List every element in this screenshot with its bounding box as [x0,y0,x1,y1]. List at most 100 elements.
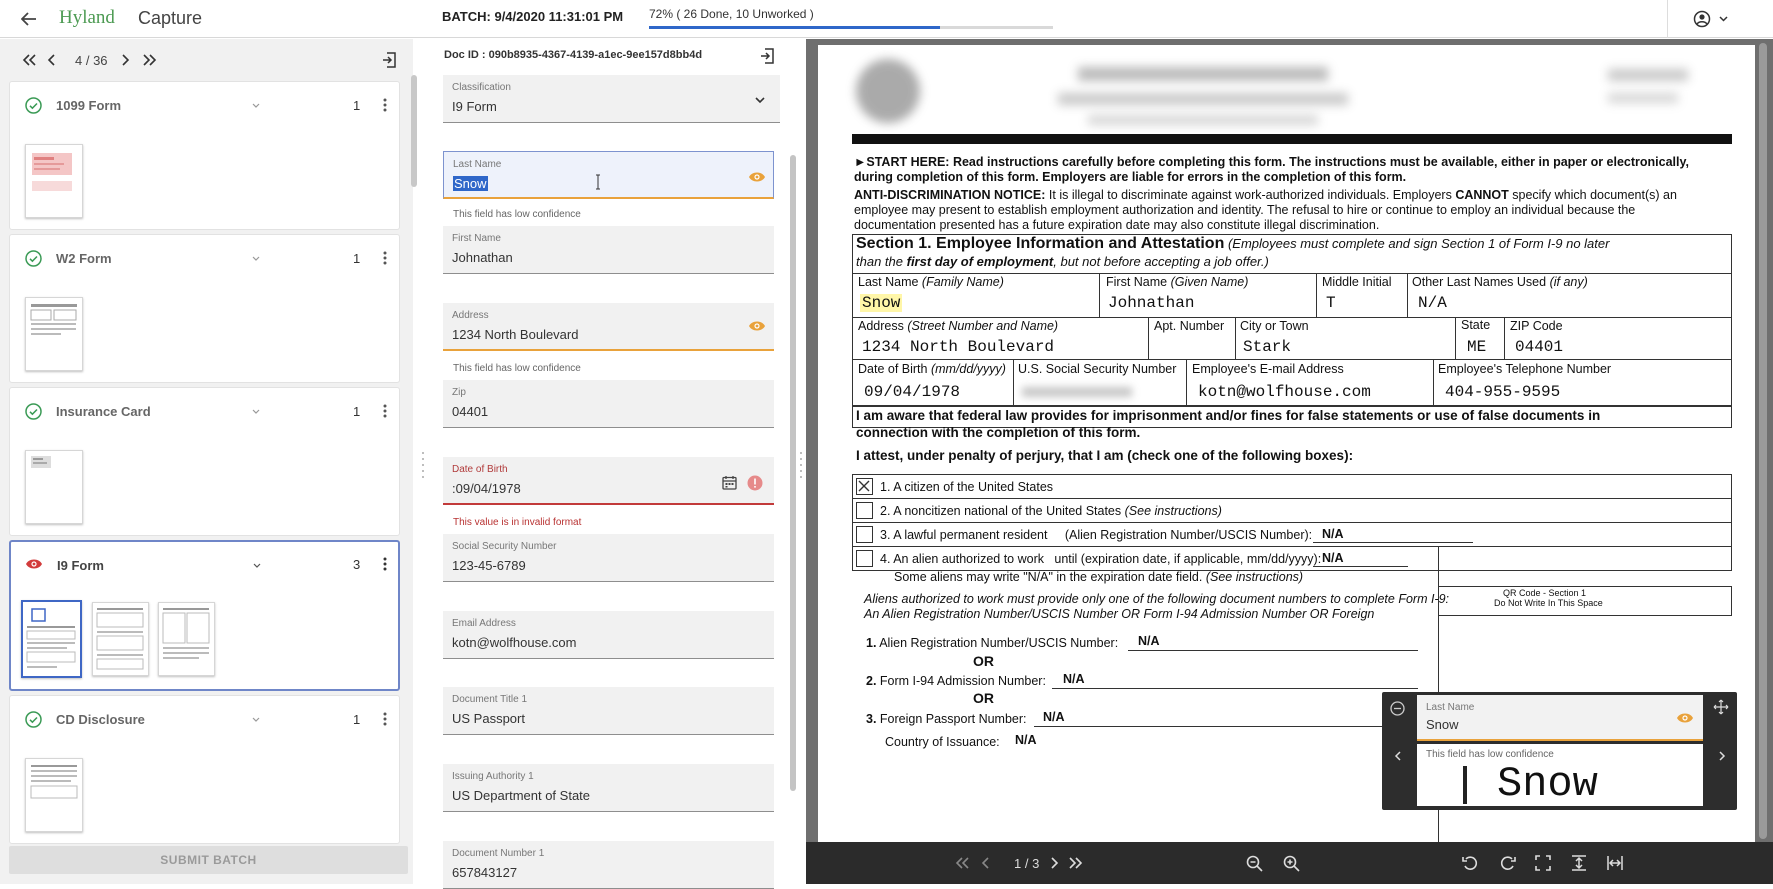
classification-select[interactable]: Classification I9 Form [443,75,780,123]
previous-field-icon[interactable] [1390,748,1404,764]
next-field-icon[interactable] [1715,748,1729,764]
minus-circle-icon[interactable] [1389,700,1405,716]
rotate-right-icon[interactable] [1497,853,1517,873]
eye-icon[interactable] [747,319,767,333]
page-thumbnail[interactable] [25,144,83,218]
zoom-out-icon[interactable] [1244,853,1264,873]
document-card-insurance[interactable]: Insurance Card 1 [9,387,400,536]
first-document-icon[interactable] [20,51,38,69]
splitter-handle[interactable] [421,450,425,480]
chevron-down-icon[interactable] [250,100,262,112]
page-thumbnail[interactable] [25,297,83,371]
email-field[interactable]: Email Address kotn@wolfhouse.com [443,611,774,659]
dropdown-arrow-icon[interactable] [753,93,767,107]
document-list-panel: 4 / 36 1099 Form 1 W2 Form 1 Insurance C… [0,39,417,884]
previous-page-icon[interactable] [978,855,992,871]
cell-value: N/A [1418,294,1447,312]
page-thumbnail[interactable] [92,602,149,676]
move-icon[interactable] [1712,698,1730,716]
first-name-field[interactable]: First Name Johnathan [443,226,774,274]
field-value[interactable]: Johnathan [452,250,513,265]
popup-field[interactable]: Last Name Snow [1417,695,1703,741]
page-thumbnail[interactable] [25,450,83,524]
submit-batch-button[interactable]: SUBMIT BATCH [9,846,408,874]
field-value[interactable]: Snow [453,176,488,191]
field-value[interactable]: US Passport [452,711,525,726]
fullscreen-icon[interactable] [1533,853,1553,873]
ssn-field[interactable]: Social Security Number 123-45-6789 [443,534,774,582]
checkbox-icon[interactable] [856,526,873,543]
page-thumbnail-selected[interactable] [21,600,82,678]
splitter-handle[interactable] [799,450,803,480]
rotate-left-icon[interactable] [1460,853,1480,873]
field-value[interactable]: kotn@wolfhouse.com [452,635,576,650]
user-menu-button[interactable] [1690,8,1734,30]
last-page-icon[interactable] [1068,855,1084,871]
divider [1667,0,1668,38]
fit-height-icon[interactable] [1569,853,1589,873]
field-label: Date of Birth [452,464,508,475]
back-arrow-icon[interactable] [18,8,40,30]
document-card-cd-disclosure[interactable]: CD Disclosure 1 [9,695,400,844]
field-value[interactable]: Snow [1426,717,1459,732]
calendar-icon[interactable] [720,474,738,490]
collapse-panel-icon[interactable] [380,50,398,70]
fit-width-icon[interactable] [1605,853,1625,873]
document-title-field[interactable]: Document Title 1 US Passport [443,687,774,735]
blurred-header [1058,93,1348,105]
chevron-down-icon[interactable] [251,560,263,572]
chevron-down-icon[interactable] [250,253,262,265]
more-vert-icon[interactable] [380,555,390,573]
zip-field[interactable]: Zip 04401 [443,380,774,428]
eye-icon[interactable] [747,170,767,184]
zoom-in-icon[interactable] [1281,853,1301,873]
blurred-header [1608,93,1678,103]
field-label: Document Title 1 [452,694,528,705]
document-card-1099[interactable]: 1099 Form 1 [9,81,400,230]
more-vert-icon[interactable] [380,402,390,420]
chevron-down-icon[interactable] [250,406,262,418]
date-of-birth-field[interactable]: Date of Birth :09/04/1978 [443,457,774,505]
next-page-icon[interactable] [1048,855,1062,871]
field-value[interactable]: 04401 [452,404,488,419]
header-rule [852,134,1732,144]
cell-label: State [1461,318,1491,332]
fill-line [1128,650,1418,651]
form-scrollbar[interactable] [790,155,796,791]
collapse-form-icon[interactable] [758,47,776,65]
document-card-i9[interactable]: I9 Form 3 [9,540,400,691]
field-label: Social Security Number [452,541,557,552]
checkbox-icon[interactable] [856,550,873,567]
chevron-down-icon[interactable] [250,714,262,726]
page-thumbnail[interactable] [158,602,215,676]
checkbox-checked-icon[interactable] [856,478,873,495]
more-vert-icon[interactable] [380,710,390,728]
issuing-authority-field[interactable]: Issuing Authority 1 US Department of Sta… [443,764,774,812]
last-name-field[interactable]: Last Name Snow [443,151,774,199]
address-field[interactable]: Address 1234 North Boulevard [443,303,774,351]
more-vert-icon[interactable] [380,249,390,267]
document-card-w2[interactable]: W2 Form 1 [9,234,400,383]
last-document-icon[interactable] [141,51,159,69]
field-value[interactable]: 1234 North Boulevard [452,327,578,342]
page-thumbnail[interactable] [25,758,83,832]
document-number-field[interactable]: Document Number 1 657843127 [443,841,774,889]
field-value[interactable]: 657843127 [452,865,517,880]
list-scrollbar[interactable] [411,75,417,187]
field-value[interactable]: US Department of State [452,788,590,803]
more-vert-icon[interactable] [380,96,390,114]
field-value[interactable]: :09/04/1978 [452,481,521,496]
field-value[interactable]: 123-45-6789 [452,558,526,573]
eye-icon[interactable] [1675,711,1695,725]
previous-document-icon[interactable] [43,51,59,69]
viewer-scrollbar[interactable] [1759,43,1767,839]
cell-label: ZIP Code [1510,319,1563,333]
first-page-icon[interactable] [954,855,970,871]
option-text: Some aliens may write "N/A" in the expir… [894,570,1206,584]
highlighted-last-name[interactable]: Snow [860,294,903,312]
text-cursor-icon [595,174,601,190]
notice-text: It is illegal to discriminate against wo… [1045,188,1456,202]
checkbox-icon[interactable] [856,502,873,519]
progress-track [649,26,1053,29]
next-document-icon[interactable] [118,51,134,69]
